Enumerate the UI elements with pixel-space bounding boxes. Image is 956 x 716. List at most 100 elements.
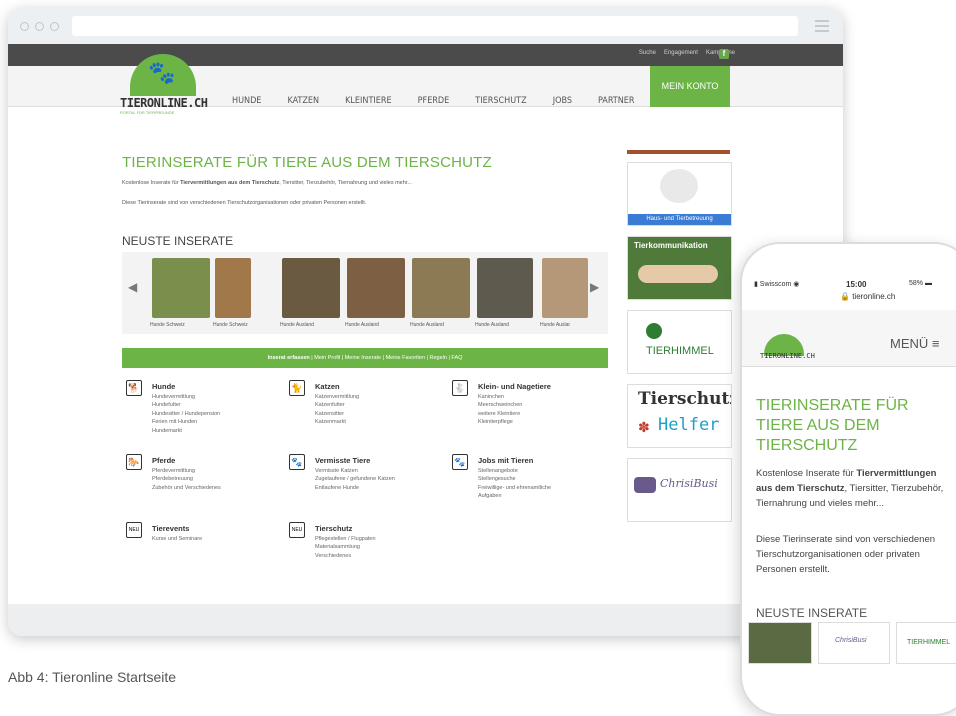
phone-logo-text[interactable]: TIERONLINE.CH <box>760 352 815 360</box>
category-link[interactable]: Hundemarkt <box>152 427 220 435</box>
category-link[interactable]: Materialsammlung <box>315 543 376 551</box>
category-link[interactable]: Freiwillige- und ehrenamtliche <box>478 484 551 492</box>
category-link[interactable]: Katzensitter <box>315 410 359 418</box>
category-link[interactable]: Kurse und Seminare <box>152 535 202 543</box>
figure-caption: Abb 4: Tieronline Startseite <box>8 669 177 685</box>
category-link[interactable]: Entlaufene Hunde <box>315 484 395 492</box>
category-link[interactable]: Kaninchen <box>478 393 522 401</box>
carrier-label: Swisscom <box>759 281 792 288</box>
category-link[interactable]: Stellengesuche <box>478 475 551 483</box>
category-title[interactable]: Pferde <box>152 456 175 465</box>
phone-page-title: TIERINSERATE FÜR TIERE AUS DEM TIERSCHUT… <box>756 397 909 454</box>
browser-toolbar <box>8 8 843 44</box>
phone-ads-row: ChrisiBusi TIERHIMMEL <box>748 622 956 664</box>
category-link[interactable]: weitere Kleintiere <box>478 410 522 418</box>
site-logo-text[interactable]: TIERONLINE.CH <box>120 96 208 110</box>
nav-item-kleintiere[interactable]: KLEINTIERE <box>345 96 392 106</box>
sidebar-ad-chrisibusi[interactable]: ChrisiBusi <box>627 458 732 522</box>
utility-link-engagement[interactable]: Engagement <box>664 50 698 56</box>
carousel-thumb-label[interactable]: Hunde Schweiz <box>150 322 185 328</box>
sidebar-ad-tierschutz-helfer[interactable]: Tierschutz Helfer ✽ <box>627 384 732 448</box>
carousel-thumb-label[interactable]: Hunde Schweiz <box>213 322 248 328</box>
category-links: Kaninchen Meerschweinchen weitere Kleintie… <box>478 393 522 427</box>
my-account-button[interactable]: MEIN KONTO <box>650 66 730 107</box>
category-title[interactable]: Klein- und Nagetiere <box>478 382 551 391</box>
user-links[interactable]: | Mein Profil | Meine Inserate | Meine F… <box>310 355 462 361</box>
category-link[interactable]: Katzenmarkt <box>315 418 359 426</box>
maximize-dot-icon[interactable] <box>50 22 59 31</box>
category-title[interactable]: Tierevents <box>152 524 189 533</box>
nav-item-partner[interactable]: PARTNER <box>598 96 635 106</box>
carousel-thumb-label[interactable]: Hunde Ausland <box>475 322 509 328</box>
phone-menu-button[interactable]: MENÜ ≡ <box>890 336 939 351</box>
sidebar-divider <box>627 150 730 154</box>
carousel-thumb-label[interactable]: Hunde Auslar <box>540 322 570 328</box>
carousel-thumb[interactable] <box>282 258 340 318</box>
phone-url[interactable]: 🔒 tieronline.ch <box>840 292 895 301</box>
category-link[interactable]: Pflegestellen / Flugpaten <box>315 535 376 543</box>
category-link[interactable]: Stellenangebote <box>478 467 551 475</box>
nav-item-pferde[interactable]: PFERDE <box>418 96 450 106</box>
category-link[interactable]: Hundefutter <box>152 401 220 409</box>
category-title[interactable]: Vermisste Tiere <box>315 456 370 465</box>
category-title[interactable]: Hunde <box>152 382 175 391</box>
category-link[interactable]: Meerschweinchen <box>478 401 522 409</box>
top-utility-bar: Suche Engagement Kampagne f <box>8 44 843 66</box>
phone-ad-dog-listing[interactable] <box>748 622 812 664</box>
phone-ad-chrisibusi[interactable]: ChrisiBusi <box>818 622 890 664</box>
category-title[interactable]: Tierschutz <box>315 524 352 533</box>
category-link[interactable]: Katzenfutter <box>315 401 359 409</box>
carousel-thumb-label[interactable]: Hunde Ausland <box>345 322 379 328</box>
carousel-thumb-label[interactable]: Hunde Ausland <box>410 322 444 328</box>
utility-link-search[interactable]: Suche <box>639 50 656 56</box>
nav-item-tierschutz[interactable]: TIERSCHUTZ <box>475 96 526 106</box>
phone-time: 15:00 <box>846 280 867 289</box>
category-link[interactable]: Vermisste Katzen <box>315 467 395 475</box>
sidebar-ad-tierhimmel[interactable]: TIERHIMMEL <box>627 310 732 374</box>
category-title[interactable]: Katzen <box>315 382 340 391</box>
browser-menu-icon[interactable] <box>815 20 829 35</box>
category-link[interactable]: Zugelaufene / gefundene Katzen <box>315 475 395 483</box>
nav-item-hunde[interactable]: HUNDE <box>232 96 261 106</box>
phone-ad-chrisibusi-label: ChrisiBusi <box>835 637 867 644</box>
jobs-icon: 🐾 <box>452 454 468 470</box>
listings-carousel: ◀ ▶ Hunde Schweiz Hunde Schweiz Hunde Ausl… <box>122 252 608 334</box>
nav-item-katzen[interactable]: KATZEN <box>287 96 319 106</box>
sidebar-ad-tierkommunikation[interactable]: Tierkommunikation <box>627 236 732 300</box>
category-link[interactable]: Kleintierpflege <box>478 418 522 426</box>
carousel-thumb[interactable] <box>347 258 405 318</box>
category-link[interactable]: Hundevermittlung <box>152 393 220 401</box>
carousel-thumb-label[interactable]: Hunde Ausland <box>280 322 314 328</box>
flower-icon: ✽ <box>638 419 650 435</box>
category-link[interactable]: Hundesitter / Hundepension <box>152 410 220 418</box>
mouse-mascot-icon <box>660 169 698 203</box>
carousel-thumb[interactable] <box>215 258 251 318</box>
minimize-dot-icon[interactable] <box>35 22 44 31</box>
new-badge-icon: NEU <box>289 522 305 538</box>
phone-latest-heading: NEUSTE INSERATE <box>756 606 868 620</box>
carousel-thumb[interactable] <box>477 258 533 318</box>
category-link[interactable]: Aufgaben <box>478 492 551 500</box>
category-link[interactable]: Pferdevermittlung <box>152 467 221 475</box>
phone-ad-tierhimmel[interactable]: TIERHIMMEL <box>896 622 956 664</box>
close-dot-icon[interactable] <box>20 22 29 31</box>
intro-text-1-post: , Tiersitter, Tierzubehör, Tiernahrung u… <box>279 180 412 186</box>
sidebar-ad-haus-tierbetreuung[interactable]: Haus- und Tierbetreuung <box>627 162 732 226</box>
pets-logo-icon: 🐾 <box>148 60 176 85</box>
category-link[interactable]: Zubehör und Verschiedenes <box>152 484 221 492</box>
phone-intro-2: Diese Tierinserate sind von verschiedene… <box>756 534 936 575</box>
facebook-icon[interactable]: f <box>719 49 729 59</box>
carousel-thumb[interactable] <box>542 258 588 318</box>
create-listing-link[interactable]: Inserat erfassen <box>268 355 310 361</box>
carousel-prev-icon[interactable]: ◀ <box>128 280 137 294</box>
category-link[interactable]: Katzenvermittlung <box>315 393 359 401</box>
category-link[interactable]: Pferdebetreuung <box>152 475 221 483</box>
category-link[interactable]: Verschiedenes <box>315 552 376 560</box>
category-link[interactable]: Ferien mit Hunden <box>152 418 220 426</box>
address-bar[interactable] <box>72 16 798 36</box>
carousel-next-icon[interactable]: ▶ <box>590 280 599 294</box>
category-title[interactable]: Jobs mit Tieren <box>478 456 533 465</box>
nav-item-jobs[interactable]: JOBS <box>553 96 572 106</box>
carousel-thumb[interactable] <box>412 258 470 318</box>
carousel-thumb[interactable] <box>152 258 210 318</box>
